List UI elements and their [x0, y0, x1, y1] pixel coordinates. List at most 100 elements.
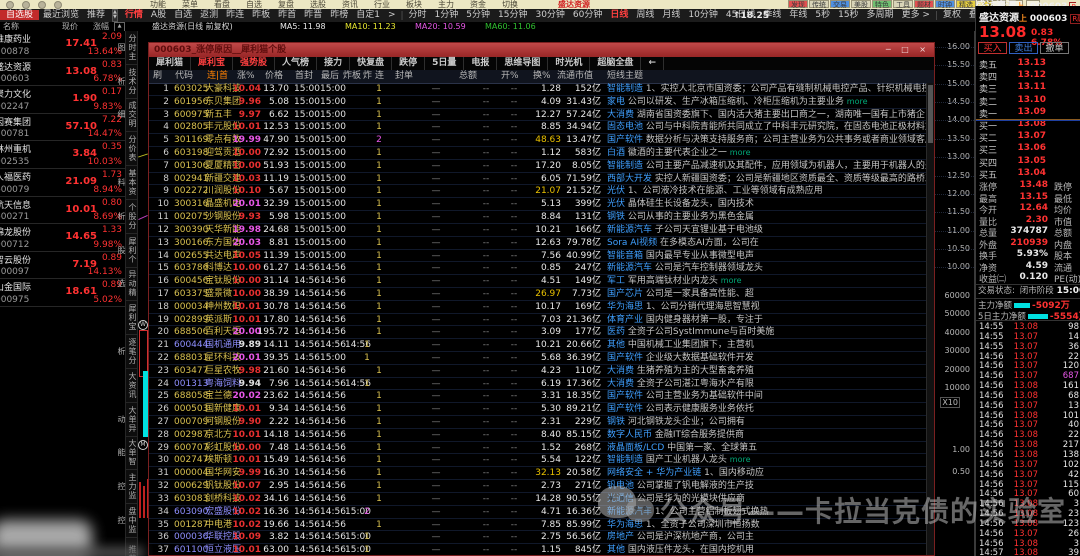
theme-tag[interactable]: 智能音箱 [607, 251, 643, 261]
theme-tag[interactable]: 智能制造 [607, 84, 643, 94]
menu-item[interactable]: 资金 [470, 0, 486, 9]
quick-button[interactable]: 精选 [956, 0, 976, 9]
chart-tool-button[interactable]: 复权 [939, 10, 965, 20]
popup-tab[interactable]: 5日量 [425, 57, 465, 70]
table-row[interactable]: 2 601956 东贝集团 9.96 5.08 15:00 15:00 1 — … [149, 96, 928, 109]
spinner-control[interactable]: ▲ ▼ [112, 9, 118, 22]
table-row[interactable]: 35 001287 中电港 10.02 19.66 14:56 14:56 1 … [149, 519, 928, 532]
market-tab[interactable]: 昨连 [222, 10, 248, 20]
theme-tag[interactable]: 医药 [607, 327, 625, 337]
menu-item[interactable]: 切换 [502, 0, 518, 9]
table-row[interactable]: 5 301169 零点有数 19.99 47.90 15:00 15:00 2 … [149, 134, 928, 148]
table-row[interactable]: 20 688506 百利天恒 20.00 195.72 14:56 14:56 … [149, 326, 928, 340]
period-tab[interactable]: 周线 [632, 10, 658, 20]
side-tab[interactable]: 大单异动 [117, 403, 138, 437]
theme-tag[interactable]: 网络安全 + 华为产业链 [607, 468, 701, 478]
table-row[interactable]: 22 688031 星环科技 20.01 39.35 14:56 15:00 1… [149, 352, 928, 365]
theme-tag[interactable]: 国产软件 [607, 391, 643, 401]
side-tab[interactable]: 大资讯 [126, 369, 138, 403]
table-row[interactable]: 6 603198 迎驾贡酒 10.00 72.92 15:00 15:00 1 … [149, 147, 928, 160]
table-row[interactable]: 27 000709 河钢股份 9.90 2.22 14:56 14:56 1 —… [149, 416, 928, 429]
table-row[interactable]: 21 600444 国机通用 9.89 14.11 14:56 14:56 14… [149, 339, 928, 352]
theme-tag[interactable]: 西部大开发 [607, 174, 652, 184]
popup-tab[interactable]: 超脑全盘 [590, 57, 642, 70]
quick-button[interactable]: 题材 [914, 0, 934, 9]
theme-tag[interactable]: 大消费 [607, 110, 634, 120]
menu-item[interactable]: 资讯 [342, 0, 358, 9]
more-link[interactable]: more [730, 455, 751, 464]
watchlist-item[interactable]: 智云股份 300097 7.19 0.89 14.13% [0, 252, 125, 280]
menu-item[interactable]: 选股 [310, 0, 326, 9]
theme-tag[interactable]: 大消费 [607, 379, 634, 389]
period-tab[interactable]: 月线 [658, 10, 684, 20]
market-tab[interactable]: 自选 [170, 10, 196, 20]
period-tab[interactable]: 15分钟 [494, 10, 531, 20]
menu-item[interactable]: 自选 [246, 0, 262, 9]
table-row[interactable]: 28 002987 京北方 10.01 14.18 14:56 14:56 1 … [149, 429, 928, 442]
market-tab[interactable]: > [384, 10, 400, 20]
popup-tab[interactable]: 跌停 [392, 57, 426, 70]
theme-tag[interactable]: 光伏 [607, 186, 625, 196]
watchlist-item[interactable]: 人福医药 600079 21.09 1.73 8.94% [0, 169, 125, 197]
table-column-header[interactable]: 换% [533, 70, 551, 83]
popup-tab[interactable]: 人气榜 [275, 57, 318, 70]
table-column-header[interactable]: 流通市值 [557, 70, 593, 83]
theme-tag[interactable]: 国产软件 [607, 135, 643, 145]
market-tab[interactable]: 行情 [121, 10, 147, 20]
theme-tag[interactable]: 国产软件 [607, 353, 643, 363]
watchlist-item[interactable]: 山金国际 000975 18.61 0.89 5.02% [0, 279, 125, 307]
period-tab[interactable]: 60分钟 [569, 10, 606, 20]
theme-tag[interactable]: 家电 [607, 97, 625, 107]
quick-button[interactable]: 美股 [851, 0, 871, 9]
theme-tag[interactable]: 钒电池 [607, 481, 634, 491]
table-row[interactable]: 29 600707 彩虹股份 10.00 7.48 14:56 14:56 1 … [149, 442, 928, 455]
table-row[interactable]: 15 603786 科博达 10.00 61.27 14:56 14:56 1 … [149, 262, 928, 276]
quick-button[interactable]: 传统 [809, 0, 829, 9]
table-row[interactable]: 19 002899 英派斯 10.01 17.80 14:56 14:56 1 … [149, 314, 928, 327]
theme-tag[interactable]: 大消费 [607, 366, 634, 376]
col-header-change[interactable]: 涨幅 [93, 22, 109, 31]
quote-stock[interactable]: 盛达资源上 000603 R融 [979, 9, 1080, 24]
table-row[interactable]: 11 002075 沙钢股份 9.93 5.98 15:00 15:00 1 —… [149, 211, 928, 224]
table-row[interactable]: 8 002941 新疆交建 10.03 11.19 15:00 15:00 1 … [149, 173, 928, 186]
table-row[interactable]: 16 600456 宝钛股份 10.00 31.14 14:56 14:56 1… [149, 275, 928, 288]
theme-tag[interactable]: 国产软件 [607, 404, 643, 414]
table-row[interactable]: 9 002272 川润股份 10.10 5.67 15:00 15:00 1 —… [149, 185, 928, 199]
period-tab[interactable]: 年线 [785, 10, 811, 20]
table-column-header[interactable]: 最后 [321, 70, 339, 83]
side-tab[interactable]: 基本资料 [117, 166, 138, 200]
quick-button[interactable]: 特色 [872, 0, 892, 9]
table-column-header[interactable]: 开% [501, 70, 519, 83]
theme-tag[interactable]: 华为海思 [607, 520, 643, 530]
theme-tag[interactable]: 数字人民币 [607, 430, 652, 440]
theme-tag[interactable]: 智能制造 [607, 161, 643, 171]
sell-button[interactable]: 卖出 [1009, 42, 1038, 54]
theme-tag[interactable]: 新能源汽车 [607, 507, 652, 517]
table-row[interactable]: 25 688058 宝兰德 20.02 23.62 14:56 14:56 1 … [149, 390, 928, 404]
table-row[interactable]: 7 001306 夏厦精密 10.00 51.93 15:00 15:00 1 … [149, 160, 928, 173]
table-column-header[interactable]: 封单 [395, 70, 413, 83]
table-column-header[interactable]: 价格 [265, 70, 283, 83]
watchlist-item[interactable]: 锦龙股份 000712 14.65 1.33 9.98% [0, 224, 125, 252]
table-column-header[interactable]: 首封 [295, 70, 313, 83]
table-row[interactable]: 24 001313 粤海饲料 9.94 7.96 14:56 14:56 14:… [149, 378, 928, 391]
cancel-order-button[interactable]: 撤单 [1040, 42, 1069, 54]
market-tab[interactable]: 自定1 [352, 10, 384, 20]
menu-item[interactable]: 行业 [374, 0, 390, 9]
side-tab[interactable]: 分价表 [126, 132, 138, 167]
side-tab[interactable]: 大单智能 [117, 437, 138, 471]
quick-button[interactable]: 发现 [788, 0, 808, 9]
watchlist-item[interactable]: 聚力文化 002247 1.90 0.17 9.83% [0, 86, 125, 114]
quick-button[interactable]: 工具 [893, 0, 913, 9]
market-tab[interactable]: A股 [147, 10, 170, 20]
table-column-header[interactable]: 炸 [363, 70, 372, 83]
side-tab[interactable]: 技术分析 [117, 65, 138, 99]
table-row[interactable]: 33 603083 剑桥科技 10.02 34.16 14:56 14:56 1… [149, 493, 928, 506]
theme-tag[interactable]: 其他 [607, 340, 625, 350]
theme-tag[interactable]: 智能制造 [607, 455, 643, 465]
table-row[interactable]: 18 000034 神州数码 10.01 30.78 14:56 14:56 1… [149, 301, 928, 314]
side-tab[interactable]: 分时主图 [117, 31, 138, 65]
table-row[interactable]: 32 000629 钒钛股份 10.07 2.95 14:56 14:56 1 … [149, 480, 928, 493]
period-tab[interactable]: 10分钟 [684, 10, 721, 20]
tick-list[interactable]: 14:55 13.08 98 14:55 13.07 14 14:55 13.0… [976, 322, 1080, 556]
